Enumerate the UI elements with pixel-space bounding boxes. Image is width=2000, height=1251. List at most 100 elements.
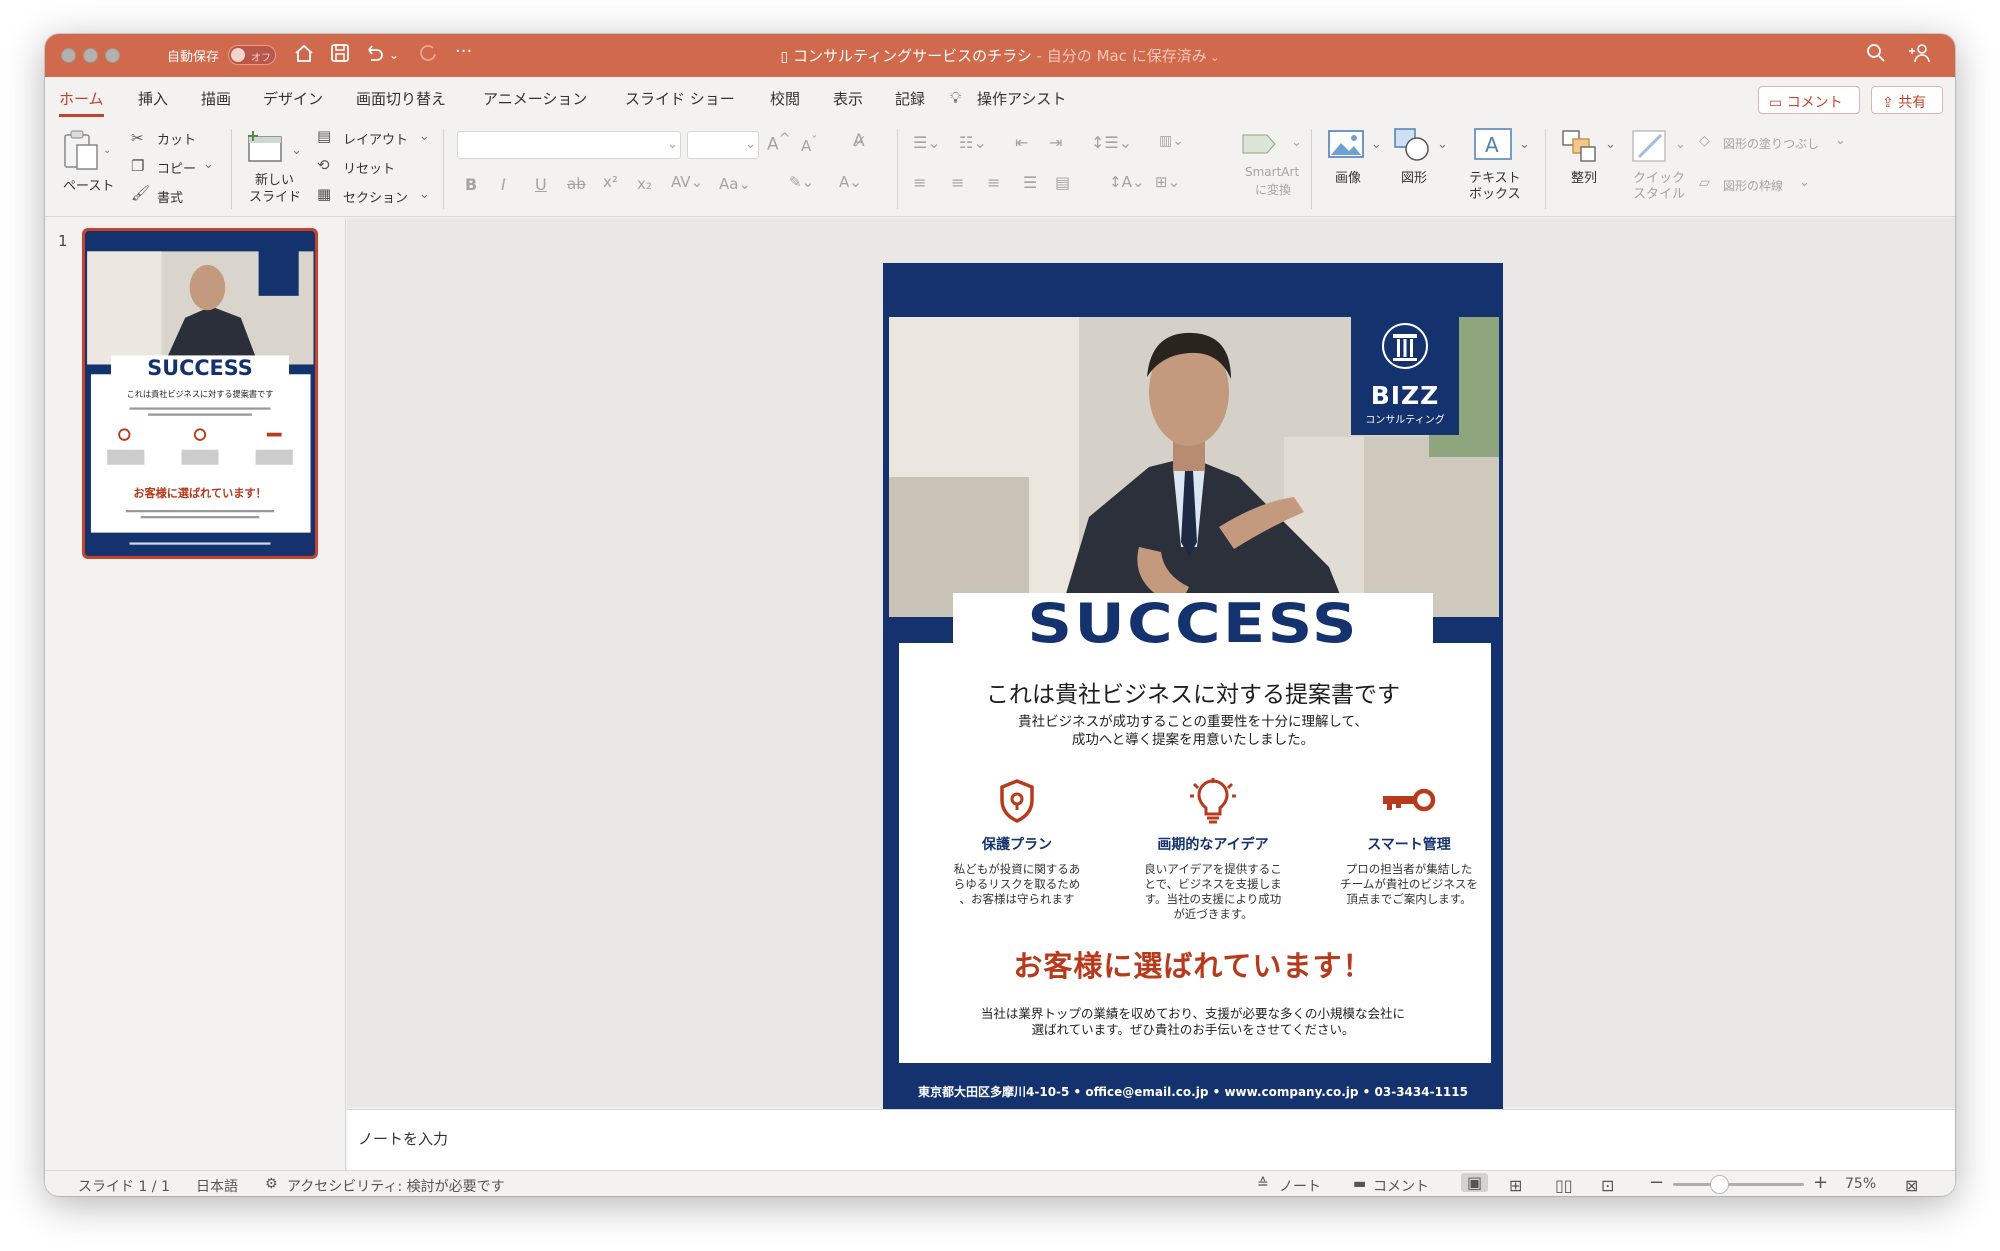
feature-management[interactable]: スマート管理 プロの担当者が集結した チームが貴社のビジネスを 頂点までご案内し… <box>1329 778 1489 907</box>
shrink-font-icon[interactable]: Aˇ <box>801 133 818 155</box>
textbox-dropdown-icon[interactable]: ⌄ <box>1519 137 1530 152</box>
tab-insert[interactable]: 挿入 <box>138 88 168 109</box>
justify-icon[interactable]: ☰ <box>1023 173 1037 192</box>
bizz-logo[interactable]: BIZZ コンサルティング <box>1351 311 1459 435</box>
layout-button[interactable]: レイアウト <box>343 129 408 148</box>
subscript-icon[interactable]: x₂ <box>637 175 652 193</box>
layout-icon[interactable]: ▤ <box>317 127 331 145</box>
comments-icon[interactable]: ▬ <box>1353 1176 1366 1192</box>
font-size-dropdown-icon[interactable]: ⌄ <box>745 137 756 152</box>
slideshow-view-icon[interactable]: ⊡ <box>1601 1176 1614 1195</box>
zoom-out-icon[interactable]: − <box>1649 1172 1664 1193</box>
new-slide-icon[interactable] <box>245 129 285 169</box>
clear-format-icon[interactable]: A̷ <box>853 131 865 151</box>
bullets-icon[interactable]: ☰⌄ <box>913 133 941 152</box>
tab-home[interactable]: ホーム <box>59 88 104 117</box>
notes-toggle[interactable]: ノート <box>1279 1176 1321 1196</box>
headline-box[interactable]: SUCCESS <box>953 593 1433 655</box>
fit-to-window-icon[interactable]: ⊠ <box>1905 1176 1918 1195</box>
smartart-dropdown-icon[interactable]: ⌄ <box>1291 135 1302 150</box>
copy-icon[interactable]: ❐ <box>131 157 144 175</box>
slide-editor-canvas[interactable]: BIZZ コンサルティング SUCCESS これは貴社ビジネスに対する提案書です… <box>347 218 1955 1125</box>
shape-fill-button[interactable]: 図形の塗りつぶし <box>1723 135 1819 152</box>
comment-button[interactable]: ▭ コメント <box>1758 86 1860 114</box>
shape-dropdown-icon[interactable]: ⌄ <box>1437 137 1448 152</box>
tab-slideshow[interactable]: スライド ショー <box>625 88 735 109</box>
format-painter-button[interactable]: 書式 <box>157 187 183 206</box>
columns-icon[interactable]: ▥⌄ <box>1159 133 1184 149</box>
text-direction-icon[interactable]: ↕A⌄ <box>1109 173 1144 191</box>
notes-pane[interactable]: ノートを入力 <box>347 1109 1955 1170</box>
shape-fill-dropdown-icon[interactable]: ⌄ <box>1835 133 1846 148</box>
font-family-select[interactable] <box>457 131 681 159</box>
decrease-indent-icon[interactable]: ⇤ <box>1015 133 1028 152</box>
textbox-icon[interactable]: A <box>1473 127 1513 165</box>
accessibility-icon[interactable]: ⚙︎ <box>265 1176 278 1192</box>
section-icon[interactable]: ▦ <box>317 185 331 203</box>
cut-icon[interactable]: ✂ <box>131 129 144 147</box>
section-button[interactable]: セクション <box>343 187 408 206</box>
grow-font-icon[interactable]: A^ <box>767 131 791 155</box>
tab-design[interactable]: デザイン <box>263 88 323 109</box>
char-spacing-icon[interactable]: AV⌄ <box>671 173 703 191</box>
change-case-icon[interactable]: Aa⌄ <box>719 175 751 193</box>
notes-icon[interactable]: ≙ <box>1257 1176 1269 1192</box>
slide-thumbnail[interactable]: SUCCESS これは貴社ビジネスに対する提案書です お客様に選ばれています！ <box>82 228 318 559</box>
copy-dropdown-icon[interactable]: ⌄ <box>203 157 214 172</box>
normal-view-icon[interactable]: ▣ <box>1461 1173 1489 1192</box>
italic-icon[interactable]: I <box>501 175 506 194</box>
tab-review[interactable]: 校閲 <box>770 88 800 109</box>
slide-sorter-icon[interactable]: ⊞ <box>1509 1176 1522 1195</box>
comments-toggle[interactable]: コメント <box>1373 1176 1429 1196</box>
section-dropdown-icon[interactable]: ⌄ <box>419 187 430 202</box>
highlight-icon[interactable]: ✎⌄ <box>789 173 814 191</box>
shape-outline-icon[interactable]: ▱ <box>1699 175 1710 191</box>
reset-button[interactable]: リセット <box>343 158 395 177</box>
image-icon[interactable] <box>1327 129 1365 163</box>
arrange-icon[interactable] <box>1561 129 1599 167</box>
tab-view[interactable]: 表示 <box>833 88 863 109</box>
layout-dropdown-icon[interactable]: ⌄ <box>419 129 430 144</box>
contact-footer[interactable]: 東京都大田区多摩川4-10-5 • office@email.co.jp • w… <box>883 1083 1503 1100</box>
align-text-icon[interactable]: ⊞⌄ <box>1155 173 1180 191</box>
quick-style-icon[interactable] <box>1631 129 1671 167</box>
smartart-icon[interactable] <box>1241 129 1281 163</box>
image-dropdown-icon[interactable]: ⌄ <box>1371 137 1382 152</box>
feature-protection[interactable]: 保護プラン 私どもが投資に関するあ らゆるリスクを取るため 、お客様は守られます <box>937 778 1097 907</box>
tab-draw[interactable]: 描画 <box>201 88 231 109</box>
zoom-slider-track[interactable] <box>1673 1183 1804 1186</box>
shape-icon[interactable] <box>1393 127 1433 167</box>
call-to-action[interactable]: お客様に選ばれています！ <box>883 943 1503 985</box>
cut-button[interactable]: カット <box>157 129 196 148</box>
subheading[interactable]: これは貴社ビジネスに対する提案書です <box>883 675 1503 709</box>
account-icon[interactable] <box>1909 42 1931 70</box>
closing-text[interactable]: 当社は業界トップの業績を収めており、支援が必要な多くの小規模な会社に 選ばれてい… <box>883 1006 1503 1038</box>
search-icon[interactable] <box>1865 42 1887 70</box>
shape-outline-button[interactable]: 図形の枠線 <box>1723 177 1783 194</box>
quick-style-dropdown-icon[interactable]: ⌄ <box>1675 137 1686 152</box>
font-color-icon[interactable]: A⌄ <box>839 173 862 191</box>
font-family-dropdown-icon[interactable]: ⌄ <box>667 137 678 152</box>
superscript-icon[interactable]: x² <box>603 173 618 191</box>
paste-dropdown-icon[interactable]: ⌄ <box>103 145 111 156</box>
tab-tell-me[interactable]: 操作アシスト <box>977 88 1066 109</box>
slide-1[interactable]: BIZZ コンサルティング SUCCESS これは貴社ビジネスに対する提案書です… <box>883 263 1503 1125</box>
align-right-icon[interactable]: ≡ <box>987 173 1000 192</box>
reset-icon[interactable]: ⟲ <box>317 156 330 174</box>
bold-icon[interactable]: B <box>465 175 477 194</box>
language-indicator[interactable]: 日本語 <box>196 1176 238 1196</box>
underline-icon[interactable]: U <box>535 175 547 194</box>
numbering-icon[interactable]: ☷⌄ <box>959 133 987 152</box>
lead-text[interactable]: 貴社ビジネスが成功することの重要性を十分に理解して、 成功へと導く提案を用意いた… <box>883 713 1503 749</box>
reading-view-icon[interactable]: ▯▯ <box>1555 1176 1573 1195</box>
increase-indent-icon[interactable]: ⇥ <box>1049 133 1062 152</box>
accessibility-status[interactable]: アクセシビリティ: 検討が必要です <box>287 1176 505 1196</box>
share-button[interactable]: ⇪ 共有 <box>1871 86 1943 114</box>
format-painter-icon[interactable]: 🖌︎ <box>131 184 150 202</box>
tab-transitions[interactable]: 画面切り替え <box>356 88 446 109</box>
strikethrough-icon[interactable]: ab <box>567 175 586 193</box>
arrange-dropdown-icon[interactable]: ⌄ <box>1605 137 1616 152</box>
tab-animations[interactable]: アニメーション <box>483 88 587 109</box>
title-chevron-icon[interactable]: ⌄ <box>1207 51 1219 64</box>
new-slide-dropdown-icon[interactable]: ⌄ <box>291 143 302 158</box>
